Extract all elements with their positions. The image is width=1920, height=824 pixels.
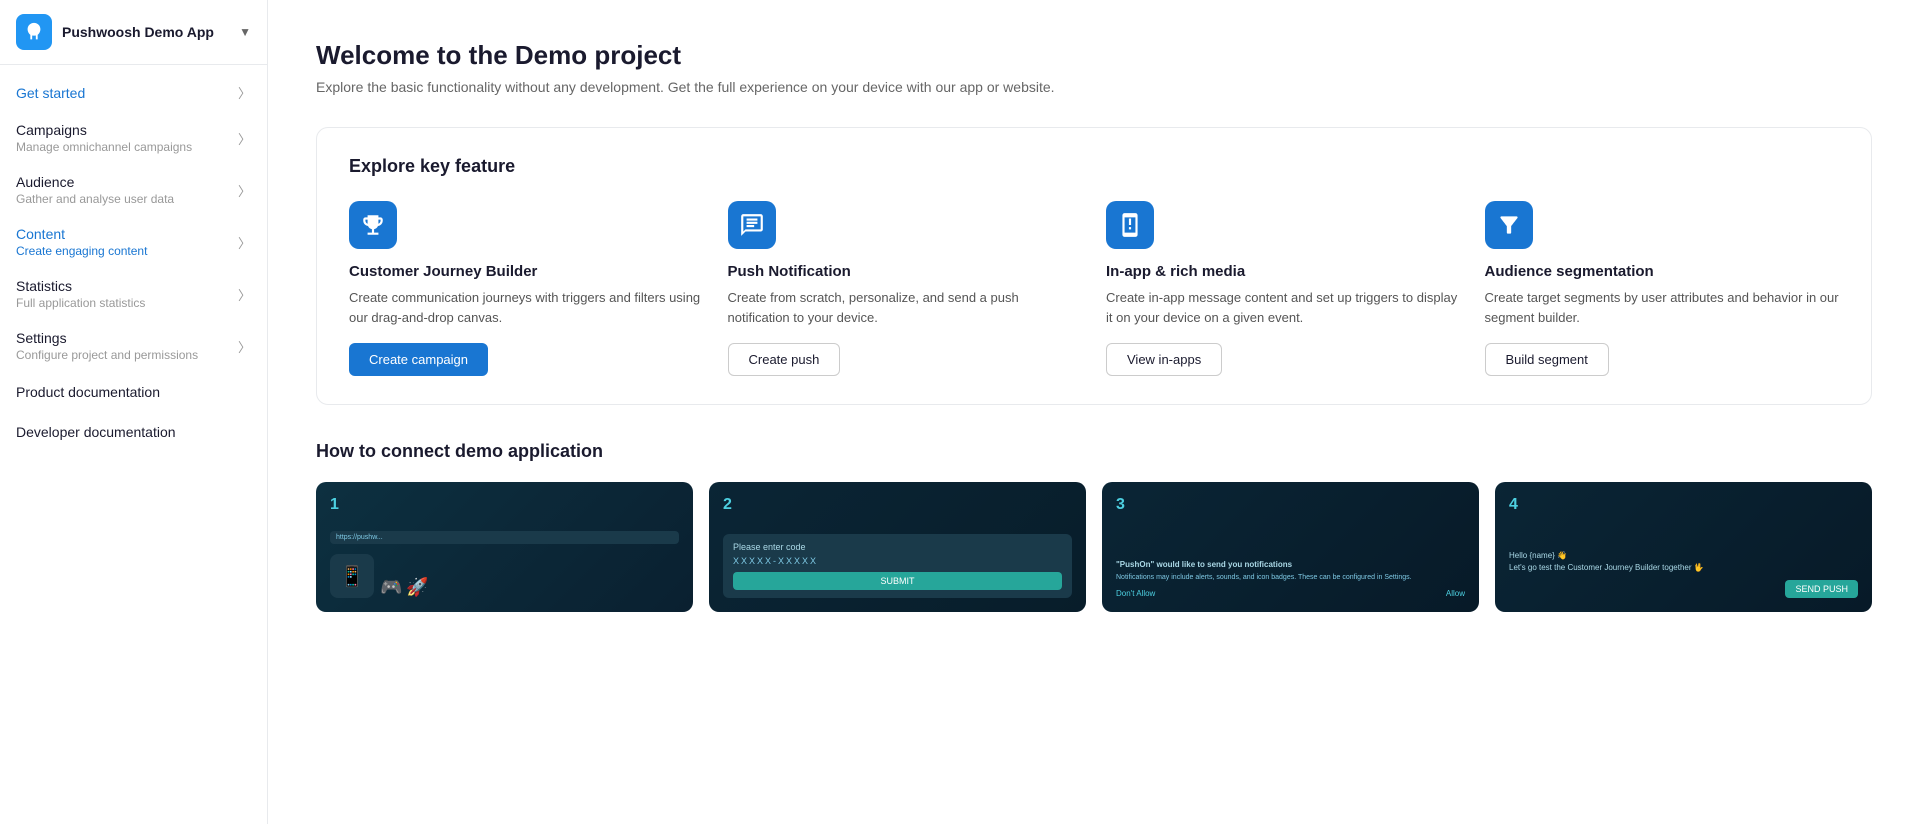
- sidebar-item-product-docs[interactable]: Product documentation: [0, 372, 267, 412]
- connect-step-1: 1 https://pushw... 📱 🎮 🚀: [316, 482, 693, 612]
- inapp-desc: Create in-app message content and set up…: [1106, 288, 1461, 327]
- settings-label: Settings: [16, 330, 230, 346]
- sidebar-item-campaigns[interactable]: Campaigns Manage omnichannel campaigns 〉: [0, 112, 267, 164]
- statistics-chevron-icon: 〉: [238, 285, 251, 304]
- step-2-label: Please enter code: [733, 542, 1062, 552]
- page-subtitle: Explore the basic functionality without …: [316, 79, 1872, 95]
- segment-icon-bg: [1485, 201, 1533, 249]
- phone-icon: [1117, 212, 1143, 238]
- filter-icon: [1496, 212, 1522, 238]
- step-3-allow: Allow: [1446, 589, 1465, 598]
- step-2-form: Please enter code XXXXX-XXXXX SUBMIT: [723, 534, 1072, 598]
- journey-desc: Create communication journeys with trigg…: [349, 288, 704, 327]
- campaigns-chevron-icon: 〉: [238, 129, 251, 148]
- create-campaign-button[interactable]: Create campaign: [349, 343, 488, 376]
- inapp-title: In-app & rich media: [1106, 263, 1461, 280]
- statistics-subtitle: Full application statistics: [16, 296, 230, 310]
- inapp-icon-bg: [1106, 201, 1154, 249]
- get-started-chevron-icon: 〉: [238, 83, 251, 102]
- pushwoosh-logo-icon: [23, 21, 45, 43]
- app-name: Pushwoosh Demo App: [62, 24, 239, 40]
- features-grid: Customer Journey Builder Create communic…: [349, 201, 1839, 376]
- step-1-url: https://pushw...: [330, 531, 679, 544]
- explore-section-title: Explore key feature: [349, 156, 1839, 177]
- content-chevron-icon: 〉: [238, 233, 251, 252]
- journey-icon-bg: [349, 201, 397, 249]
- connect-section: How to connect demo application 1 https:…: [316, 441, 1872, 612]
- audience-subtitle: Gather and analyse user data: [16, 192, 230, 206]
- app-dropdown-icon: ▼: [239, 25, 251, 39]
- sidebar-navigation: Get started 〉 Campaigns Manage omnichann…: [0, 65, 267, 824]
- content-subtitle: Create engaging content: [16, 244, 230, 258]
- settings-subtitle: Configure project and permissions: [16, 348, 230, 362]
- step-2-code: XXXXX-XXXXX: [733, 556, 1062, 566]
- segment-title: Audience segmentation: [1485, 263, 1840, 280]
- statistics-label: Statistics: [16, 278, 230, 294]
- step-4-content: Hello {name} 👋Let's go test the Customer…: [1509, 550, 1858, 598]
- sidebar-item-statistics[interactable]: Statistics Full application statistics 〉: [0, 268, 267, 320]
- campaigns-subtitle: Manage omnichannel campaigns: [16, 140, 230, 154]
- app-selector[interactable]: Pushwoosh Demo App ▼: [0, 0, 267, 65]
- push-icon-bg: [728, 201, 776, 249]
- build-segment-button[interactable]: Build segment: [1485, 343, 1609, 376]
- step-3-dont-allow: Don't Allow: [1116, 589, 1155, 598]
- push-desc: Create from scratch, personalize, and se…: [728, 288, 1083, 327]
- connect-steps-grid: 1 https://pushw... 📱 🎮 🚀: [316, 482, 1872, 612]
- sidebar-item-get-started[interactable]: Get started 〉: [0, 73, 267, 112]
- step-4-number: 4: [1509, 496, 1858, 514]
- audience-chevron-icon: 〉: [238, 181, 251, 200]
- connect-step-3: 3 "PushOn" would like to send you notifi…: [1102, 482, 1479, 612]
- settings-chevron-icon: 〉: [238, 337, 251, 356]
- connect-step-4: 4 Hello {name} 👋Let's go test the Custom…: [1495, 482, 1872, 612]
- explore-features-card: Explore key feature Customer Journey Bui…: [316, 127, 1872, 405]
- trophy-icon: [360, 212, 386, 238]
- campaigns-label: Campaigns: [16, 122, 230, 138]
- view-inapps-button[interactable]: View in-apps: [1106, 343, 1222, 376]
- feature-push: Push Notification Create from scratch, p…: [728, 201, 1083, 376]
- sidebar-item-developer-docs[interactable]: Developer documentation: [0, 412, 267, 452]
- app-logo: [16, 14, 52, 50]
- step-4-send-push: SEND PUSH: [1785, 580, 1858, 598]
- journey-title: Customer Journey Builder: [349, 263, 704, 280]
- step-2-number: 2: [723, 496, 1072, 514]
- sidebar: Pushwoosh Demo App ▼ Get started 〉 Campa…: [0, 0, 268, 824]
- chat-icon: [739, 212, 765, 238]
- feature-segment: Audience segmentation Create target segm…: [1485, 201, 1840, 376]
- step-3-notification: "PushOn" would like to send you notifica…: [1116, 559, 1465, 598]
- feature-journey: Customer Journey Builder Create communic…: [349, 201, 704, 376]
- step-3-number: 3: [1116, 496, 1465, 514]
- content-label: Content: [16, 226, 230, 242]
- get-started-label: Get started: [16, 85, 230, 101]
- create-push-button[interactable]: Create push: [728, 343, 841, 376]
- main-content: Welcome to the Demo project Explore the …: [268, 0, 1920, 824]
- step-1-number: 1: [330, 496, 679, 514]
- sidebar-item-audience[interactable]: Audience Gather and analyse user data 〉: [0, 164, 267, 216]
- audience-label: Audience: [16, 174, 230, 190]
- connect-section-title: How to connect demo application: [316, 441, 1872, 462]
- page-title: Welcome to the Demo project: [316, 40, 1872, 71]
- sidebar-item-settings[interactable]: Settings Configure project and permissio…: [0, 320, 267, 372]
- connect-step-2: 2 Please enter code XXXXX-XXXXX SUBMIT: [709, 482, 1086, 612]
- step-2-submit: SUBMIT: [733, 572, 1062, 590]
- sidebar-item-content[interactable]: Content Create engaging content 〉: [0, 216, 267, 268]
- segment-desc: Create target segments by user attribute…: [1485, 288, 1840, 327]
- push-title: Push Notification: [728, 263, 1083, 280]
- feature-inapp: In-app & rich media Create in-app messag…: [1106, 201, 1461, 376]
